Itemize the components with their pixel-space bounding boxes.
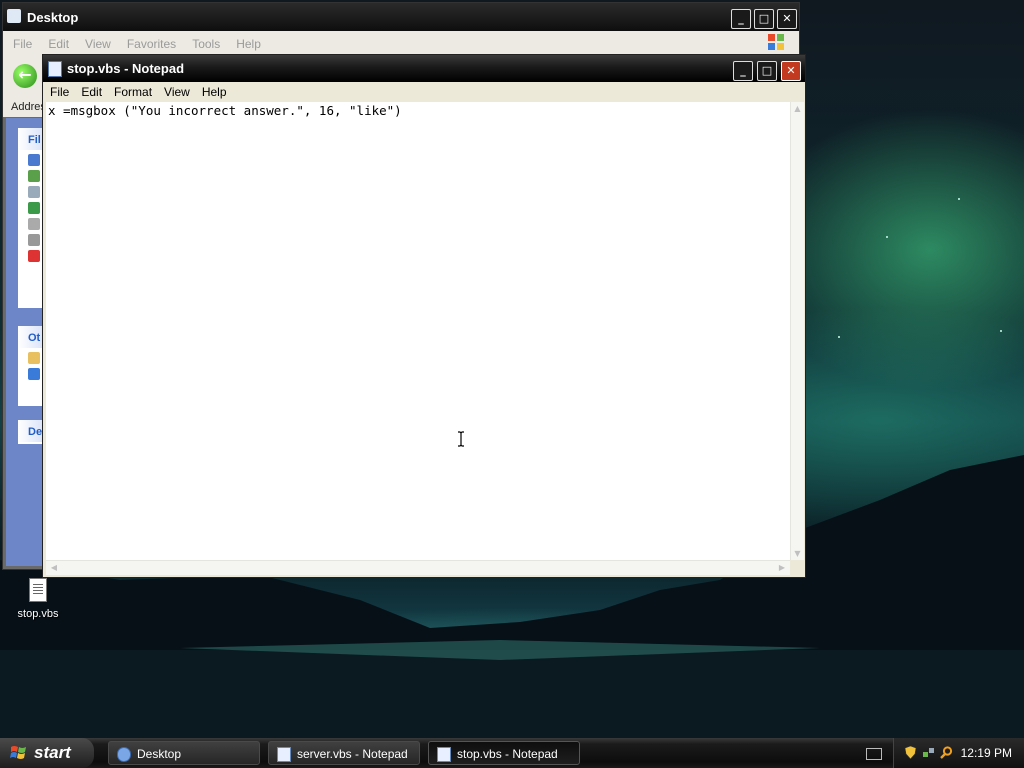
- notepad-icon: [437, 747, 451, 762]
- minimize-button[interactable]: _: [731, 9, 751, 29]
- notepad-text-area[interactable]: x =msgbox ("You incorrect answer.", 16, …: [46, 102, 790, 560]
- desktop-icon-stop-vbs[interactable]: stop.vbs: [12, 578, 64, 620]
- menu-help[interactable]: Help: [230, 31, 267, 51]
- start-button[interactable]: start: [0, 738, 94, 768]
- notepad-icon: [277, 747, 291, 762]
- web-task-icon[interactable]: [28, 202, 40, 214]
- vertical-scrollbar[interactable]: ▲ ▼: [790, 102, 804, 560]
- notepad-icon: [48, 61, 62, 77]
- text-cursor-icon: [458, 431, 464, 447]
- taskbar-button-desktop[interactable]: Desktop: [108, 741, 260, 765]
- scroll-up-icon[interactable]: ▲: [792, 102, 803, 115]
- clock[interactable]: 12:19 PM: [961, 746, 1012, 760]
- star: [958, 198, 960, 200]
- scroll-left-icon[interactable]: ◀: [48, 562, 60, 574]
- menu-edit[interactable]: Edit: [76, 82, 107, 99]
- windows-flag-icon: [10, 746, 26, 759]
- desktop-icon-label: stop.vbs: [17, 608, 59, 620]
- folder-task-icon[interactable]: [28, 154, 40, 166]
- close-button[interactable]: ✕: [781, 61, 801, 81]
- security-shield-icon[interactable]: [904, 746, 917, 759]
- email-task-icon[interactable]: [28, 218, 40, 230]
- taskbar-button-label: server.vbs - Notepad: [297, 747, 408, 761]
- taskbar-button-stop-vbs[interactable]: stop.vbs - Notepad: [428, 741, 580, 765]
- resize-grip[interactable]: [790, 560, 803, 574]
- menu-file[interactable]: File: [7, 31, 38, 51]
- star: [886, 236, 888, 238]
- taskbar-button-label: Desktop: [137, 747, 182, 761]
- menu-tools[interactable]: Tools: [186, 31, 226, 51]
- taskbar: start Desktop server.vbs - Notepad stop.…: [0, 738, 1024, 768]
- network-icon[interactable]: [922, 746, 935, 759]
- folder-icon[interactable]: [28, 352, 40, 364]
- text-document-icon: [29, 578, 47, 602]
- menu-favorites[interactable]: Favorites: [121, 31, 182, 51]
- network-icon[interactable]: [28, 368, 40, 380]
- taskbar-button-server-vbs[interactable]: server.vbs - Notepad: [268, 741, 420, 765]
- explorer-menubar: File Edit View Favorites Tools Help: [3, 31, 799, 55]
- back-arrow-icon[interactable]: ←: [13, 64, 37, 88]
- maximize-button[interactable]: □: [757, 61, 777, 81]
- menu-help[interactable]: Help: [197, 82, 232, 99]
- horizontal-scrollbar[interactable]: ◀ ▶: [46, 560, 790, 575]
- move-task-icon[interactable]: [28, 170, 40, 182]
- ie-folder-icon: [117, 747, 131, 762]
- minimize-button[interactable]: _: [733, 61, 753, 81]
- scroll-down-icon[interactable]: ▼: [792, 547, 803, 560]
- menu-file[interactable]: File: [45, 82, 74, 99]
- system-tray: 12:19 PM: [893, 738, 1024, 768]
- star: [1000, 330, 1002, 332]
- star: [838, 336, 840, 338]
- scroll-right-icon[interactable]: ▶: [776, 562, 788, 574]
- ie-icon: [7, 9, 21, 23]
- menu-view[interactable]: View: [159, 82, 195, 99]
- taskbar-button-label: stop.vbs - Notepad: [457, 747, 558, 761]
- menu-edit[interactable]: Edit: [42, 31, 75, 51]
- delete-task-icon[interactable]: [28, 250, 40, 262]
- start-label: start: [34, 743, 71, 762]
- menu-view[interactable]: View: [79, 31, 117, 51]
- keyboard-icon[interactable]: [866, 748, 882, 760]
- notepad-titlebar[interactable]: stop.vbs - Notepad _ □ ✕: [43, 55, 805, 82]
- search-icon[interactable]: [940, 746, 953, 759]
- address-label: Addres: [11, 101, 46, 113]
- menu-format[interactable]: Format: [109, 82, 157, 99]
- maximize-button[interactable]: □: [754, 9, 774, 29]
- windows-logo-icon: [768, 34, 784, 50]
- notepad-title: stop.vbs - Notepad: [67, 61, 185, 76]
- copy-task-icon[interactable]: [28, 186, 40, 198]
- notepad-menubar: File Edit Format View Help: [43, 82, 805, 102]
- notepad-window: stop.vbs - Notepad _ □ ✕ File Edit Format V…: [42, 54, 806, 578]
- close-button[interactable]: ✕: [777, 9, 797, 29]
- print-task-icon[interactable]: [28, 234, 40, 246]
- explorer-titlebar[interactable]: Desktop _ □ ✕: [3, 3, 799, 31]
- explorer-title: Desktop: [27, 10, 79, 25]
